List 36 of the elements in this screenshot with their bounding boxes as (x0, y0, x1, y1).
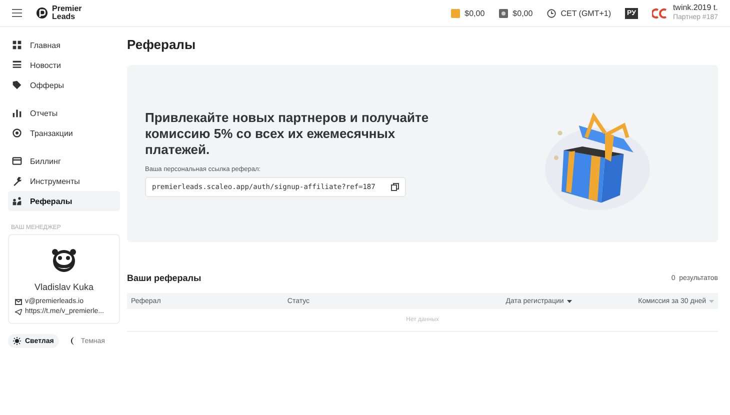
wrench-icon (12, 176, 22, 186)
safe-icon (498, 8, 508, 18)
page-title: Рефералы (127, 37, 197, 52)
sidebar-item[interactable]: Офферы (8, 75, 120, 95)
sidebar-item[interactable]: Новости (8, 55, 120, 75)
sidebar-item[interactable]: Главная (8, 35, 120, 55)
user-name[interactable]: twink.2019 t. (672, 3, 718, 13)
sidebar-item[interactable]: Инструменты (8, 171, 120, 191)
mail-icon (15, 298, 22, 304)
panda-avatar-icon (51, 247, 77, 273)
grid-icon (12, 40, 22, 50)
logo-icon (36, 7, 48, 19)
manager-name: Vladislav Kuka (33, 282, 95, 292)
wallet-icon (450, 8, 460, 18)
banner-headline: Привлекайте новых партнеров и получайте комиссию 5% со всех их ежемесячных платежей. (145, 110, 430, 158)
news-icon (12, 60, 22, 70)
sidebar-item[interactable]: Рефералы (8, 191, 120, 211)
sidebar-item[interactable]: Биллинг (8, 151, 120, 171)
people-icon (12, 196, 22, 206)
card-icon (12, 156, 22, 166)
sidebar-item[interactable]: Транзакции (8, 123, 120, 143)
copy-icon[interactable] (391, 183, 400, 191)
menu-icon[interactable] (12, 9, 22, 17)
brand-icon (652, 8, 668, 18)
sidebar-item[interactable]: Отчеты (8, 103, 120, 123)
moon-icon (70, 337, 77, 345)
referrals-title: Ваши рефералы (127, 273, 202, 283)
sun-icon (13, 337, 21, 345)
tag-icon (12, 80, 22, 90)
balance-amount: $0,00 (512, 8, 533, 18)
send-icon (15, 308, 22, 314)
clock-icon (546, 8, 556, 18)
bars-icon (12, 108, 22, 118)
logo-text: Premier Leads (52, 5, 82, 21)
balance-amount: $0,00 (464, 8, 485, 18)
timezone[interactable]: CET (GMT+1) (560, 8, 612, 18)
